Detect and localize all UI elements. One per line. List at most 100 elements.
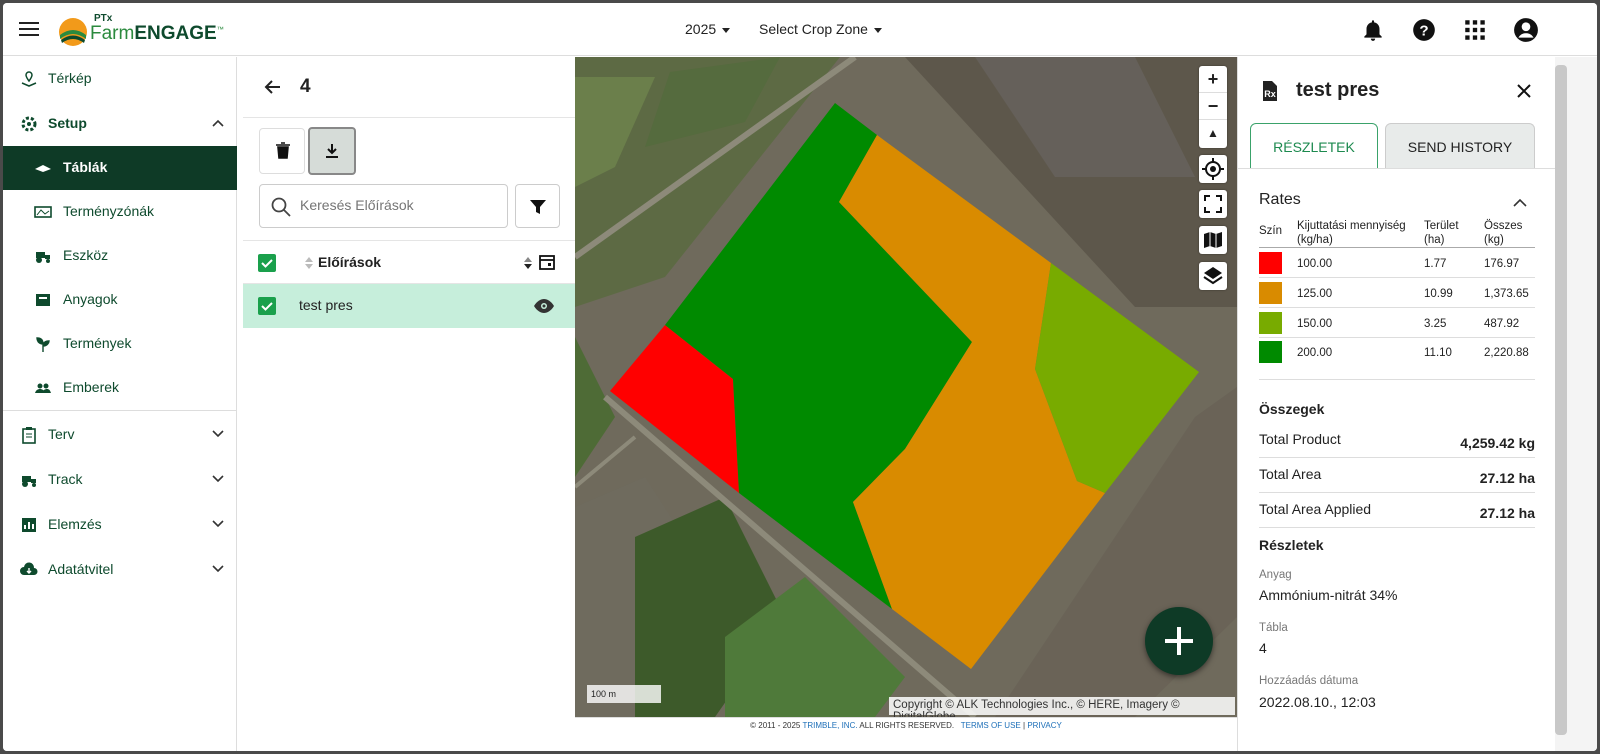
logo-tm: ™ bbox=[216, 26, 224, 34]
summary-heading: Összegek bbox=[1259, 401, 1325, 417]
crop-zone-select[interactable]: Select Crop Zone bbox=[759, 21, 882, 37]
chevron-up-icon[interactable] bbox=[1512, 195, 1528, 211]
footer-separator: | bbox=[1023, 721, 1026, 730]
sort-desc-icon[interactable] bbox=[523, 256, 533, 270]
hamburger-menu-icon[interactable] bbox=[19, 19, 39, 39]
privacy-link[interactable]: PRIVACY bbox=[1027, 721, 1062, 730]
total-value: 1,373.65 bbox=[1484, 288, 1529, 300]
calendar-icon[interactable] bbox=[538, 253, 556, 271]
details-heading: Részletek bbox=[1259, 537, 1324, 553]
summary-row: Total Area Applied 27.12 ha bbox=[1259, 493, 1535, 528]
chevron-down-icon bbox=[212, 475, 224, 483]
back-arrow-icon[interactable] bbox=[263, 77, 283, 97]
year-select[interactable]: 2025 bbox=[685, 21, 731, 37]
fullscreen-button[interactable] bbox=[1199, 190, 1227, 218]
materials-icon bbox=[36, 294, 50, 306]
zoom-in-button[interactable]: + bbox=[1199, 66, 1227, 93]
people-icon bbox=[35, 383, 51, 393]
rates-heading: Rates bbox=[1259, 191, 1301, 208]
fields-icon bbox=[35, 165, 51, 172]
sidebar-item-crops[interactable]: Termények bbox=[3, 322, 237, 366]
eye-icon[interactable] bbox=[533, 298, 555, 314]
list-item[interactable]: test pres bbox=[243, 284, 575, 328]
field-label: Tábla bbox=[1259, 622, 1288, 634]
chevron-down-icon bbox=[212, 520, 224, 528]
search-box[interactable] bbox=[259, 184, 508, 228]
trimble-link[interactable]: TRIMBLE, INC. bbox=[802, 721, 857, 730]
caret-down-icon bbox=[873, 27, 882, 33]
sidebar-item-map[interactable]: Térkép bbox=[3, 57, 237, 101]
svg-text:?: ? bbox=[1419, 22, 1428, 39]
rate-value: 150.00 bbox=[1297, 318, 1333, 330]
area-value: 3.25 bbox=[1424, 318, 1447, 330]
sidebar: Térkép Setup Táblák Terményzónák Eszköz … bbox=[3, 57, 237, 751]
map-view[interactable] bbox=[575, 57, 1237, 717]
rate-value: 100.00 bbox=[1297, 258, 1333, 270]
sidebar-divider bbox=[3, 410, 237, 411]
summary-row: Total Product 4,259.42 kg bbox=[1259, 423, 1535, 458]
layers-button[interactable] bbox=[1199, 262, 1227, 290]
help-icon[interactable]: ? bbox=[1411, 17, 1437, 43]
farmengage-logo[interactable]: PTx FarmENGAGE™ bbox=[58, 13, 228, 47]
locate-button[interactable] bbox=[1199, 155, 1227, 183]
sidebar-item-label: Adatátvitel bbox=[48, 561, 114, 577]
tab-details[interactable]: RÉSZLETEK bbox=[1250, 123, 1378, 168]
total-value: 487.92 bbox=[1484, 318, 1520, 330]
section-divider bbox=[1259, 379, 1535, 380]
bell-icon[interactable] bbox=[1360, 17, 1386, 43]
sidebar-item-equipment[interactable]: Eszköz bbox=[3, 234, 237, 278]
row-checkbox[interactable] bbox=[258, 297, 276, 315]
basemap-button[interactable] bbox=[1199, 226, 1227, 254]
sidebar-item-materials[interactable]: Anyagok bbox=[3, 278, 237, 322]
logo-farm: Farm bbox=[90, 23, 135, 44]
delete-button[interactable] bbox=[259, 128, 305, 174]
filter-button[interactable] bbox=[515, 184, 560, 228]
add-fab-button[interactable] bbox=[1145, 607, 1213, 675]
compass-reset-button[interactable]: ▲ bbox=[1199, 120, 1227, 147]
search-input[interactable] bbox=[300, 197, 500, 213]
apps-grid-icon[interactable] bbox=[1462, 17, 1488, 43]
material-label: Anyag bbox=[1259, 569, 1292, 581]
zoom-out-button[interactable]: − bbox=[1199, 93, 1227, 120]
sidebar-item-label: Táblák bbox=[63, 159, 108, 175]
download-button[interactable] bbox=[308, 127, 356, 175]
map-scale: 100 m bbox=[587, 685, 661, 703]
rate-value: 200.00 bbox=[1297, 347, 1333, 359]
sidebar-item-data-transfer[interactable]: Adatátvitel bbox=[3, 548, 237, 592]
analytics-icon bbox=[22, 518, 36, 532]
search-icon bbox=[271, 197, 291, 217]
color-swatch bbox=[1259, 341, 1282, 363]
map-footer: © 2011 - 2025 TRIMBLE, INC. ALL RIGHTS R… bbox=[575, 717, 1237, 751]
prescriptions-panel: 4 Előírások test pres bbox=[243, 57, 575, 751]
table-row: 100.00 1.77 176.97 bbox=[1259, 248, 1535, 278]
sidebar-item-setup[interactable]: Setup bbox=[3, 102, 237, 146]
close-icon[interactable] bbox=[1515, 82, 1533, 100]
tractor-icon bbox=[36, 252, 50, 263]
chevron-down-icon bbox=[212, 565, 224, 573]
panel-scrollbar-thumb[interactable] bbox=[1555, 65, 1567, 735]
tab-send-history[interactable]: SEND HISTORY bbox=[1385, 123, 1535, 168]
account-avatar-icon[interactable] bbox=[1513, 17, 1539, 43]
sidebar-item-track[interactable]: Track bbox=[3, 458, 237, 502]
sidebar-item-fields[interactable]: Táblák bbox=[3, 146, 237, 190]
year-value: 2025 bbox=[685, 21, 717, 37]
select-all-checkbox[interactable] bbox=[258, 254, 276, 272]
date-value: 2022.08.10., 12:03 bbox=[1259, 694, 1376, 710]
sidebar-item-crop-zones[interactable]: Terményzónák bbox=[3, 190, 237, 234]
list-header: Előírások bbox=[243, 240, 575, 284]
sidebar-item-label: Terv bbox=[48, 426, 75, 442]
sidebar-item-people[interactable]: Emberek bbox=[3, 366, 237, 410]
terms-link[interactable]: TERMS OF USE bbox=[961, 721, 1021, 730]
summary-value: 27.12 ha bbox=[1479, 505, 1535, 521]
area-value: 10.99 bbox=[1424, 288, 1453, 300]
checkmark-icon bbox=[261, 302, 273, 311]
sidebar-item-label: Anyagok bbox=[63, 291, 118, 307]
sidebar-item-plan[interactable]: Terv bbox=[3, 413, 237, 457]
sidebar-item-analysis[interactable]: Elemzés bbox=[3, 503, 237, 547]
zoom-controls: + − ▲ bbox=[1199, 66, 1227, 148]
column-header-prescriptions: Előírások bbox=[318, 254, 382, 270]
field-title: 4 bbox=[300, 76, 311, 97]
locate-target-icon bbox=[1202, 158, 1224, 180]
col-area: Terület (ha) bbox=[1424, 220, 1459, 246]
sort-icon[interactable] bbox=[304, 256, 314, 270]
